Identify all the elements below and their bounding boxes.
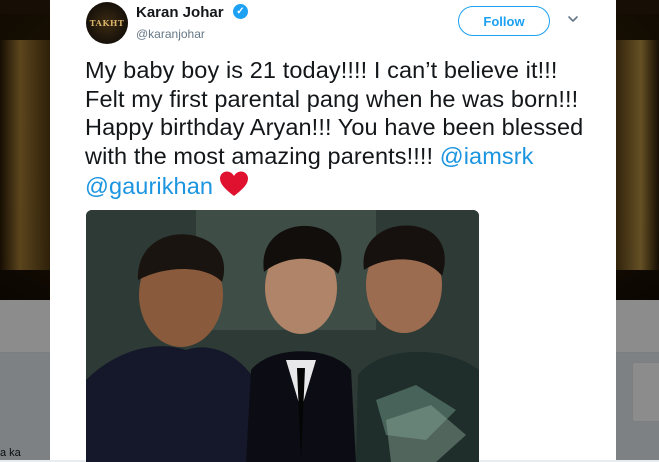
- mention-link-iamsrk[interactable]: @iamsrk: [440, 143, 534, 169]
- author-display-name[interactable]: Karan Johar: [136, 4, 224, 21]
- mention-link-gaurikhan[interactable]: @gaurikhan: [85, 173, 213, 199]
- follow-button[interactable]: Follow: [458, 6, 550, 36]
- verified-badge-icon: ✓: [233, 4, 248, 19]
- author-handle[interactable]: @karanjohar: [136, 27, 205, 41]
- group-photo-image: [86, 210, 479, 462]
- tweet-modal: TAKHT Karan Johar ✓ @karanjohar Follow M…: [50, 0, 616, 462]
- red-heart-icon: [220, 171, 249, 196]
- tweet-text: My baby boy is 21 today!!!! I can’t beli…: [85, 56, 585, 201]
- tweet-photo[interactable]: [86, 210, 479, 462]
- chevron-down-icon[interactable]: [566, 12, 580, 26]
- avatar[interactable]: TAKHT: [86, 2, 128, 44]
- avatar-logo-text: TAKHT: [89, 18, 125, 28]
